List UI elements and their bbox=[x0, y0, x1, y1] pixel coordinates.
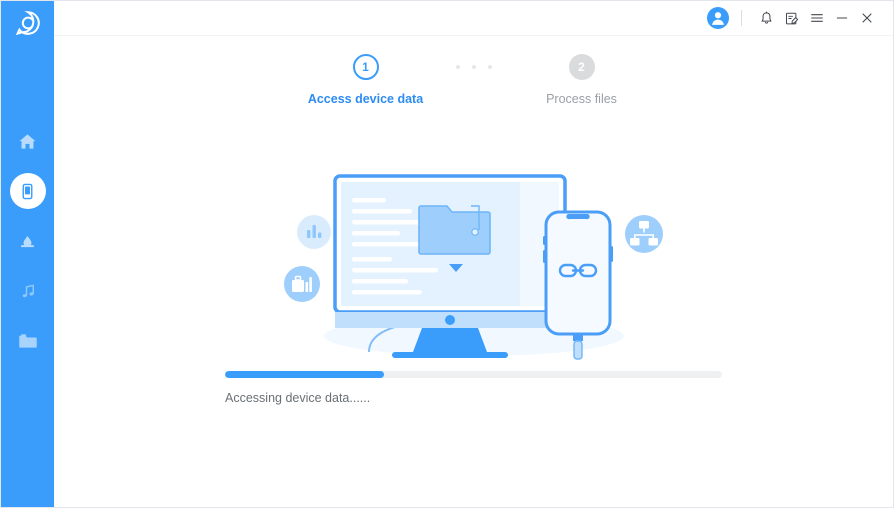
step-2-label: Process files bbox=[546, 92, 617, 106]
connector-dot bbox=[471, 65, 476, 69]
content-area: 1 Access device data 2 Process files Acc… bbox=[54, 36, 893, 507]
feedback-button[interactable] bbox=[779, 6, 804, 30]
sidebar-item-device[interactable] bbox=[9, 173, 46, 209]
hamburger-menu-icon bbox=[810, 14, 823, 22]
briefcase-chart-badge bbox=[283, 266, 320, 302]
titlebar-divider bbox=[741, 10, 742, 26]
main-area: 1 Access device data 2 Process files Acc… bbox=[54, 1, 893, 507]
minimize-icon bbox=[836, 17, 847, 19]
bar-chart-badge bbox=[296, 215, 331, 249]
progress-bar[interactable] bbox=[225, 371, 722, 378]
step-2-circle: 2 bbox=[568, 54, 595, 80]
sidebar-item-home[interactable] bbox=[10, 123, 46, 159]
progress-status-text: Accessing device data...... bbox=[225, 391, 371, 405]
user-avatar[interactable] bbox=[707, 7, 729, 29]
illustration-svg bbox=[283, 174, 663, 360]
minimize-button[interactable] bbox=[829, 6, 854, 30]
progress-bar-fill bbox=[225, 371, 385, 378]
circle-c-logo-icon bbox=[15, 11, 40, 36]
step-connector-dots bbox=[441, 54, 507, 80]
step-access-device-data[interactable]: 1 Access device data bbox=[291, 54, 441, 106]
home-icon bbox=[19, 133, 36, 149]
connector-dot bbox=[487, 65, 492, 69]
application-window: 1 Access device data 2 Process files Acc… bbox=[0, 0, 894, 508]
bell-icon bbox=[761, 11, 772, 24]
connector-dot bbox=[455, 65, 460, 69]
step-2-number: 2 bbox=[578, 60, 585, 74]
step-1-label: Access device data bbox=[307, 92, 424, 106]
close-icon bbox=[861, 13, 872, 23]
step-indicator: 1 Access device data 2 Process files bbox=[54, 54, 893, 106]
folder-icon bbox=[18, 334, 37, 348]
device-connect-illustration bbox=[54, 164, 893, 369]
step-1-number: 1 bbox=[362, 60, 369, 74]
note-edit-icon bbox=[786, 12, 799, 24]
sidebar-item-cloud[interactable] bbox=[10, 223, 46, 259]
step-1-circle: 1 bbox=[352, 54, 379, 80]
phone-device-icon bbox=[22, 183, 33, 199]
titlebar-icons bbox=[707, 6, 879, 30]
sidebar-item-music[interactable] bbox=[10, 273, 46, 309]
sidebar-nav bbox=[1, 123, 54, 373]
network-badge bbox=[624, 215, 663, 253]
close-button[interactable] bbox=[854, 6, 879, 30]
app-logo[interactable] bbox=[10, 8, 46, 38]
titlebar bbox=[54, 1, 893, 36]
sidebar-item-files[interactable] bbox=[10, 323, 46, 359]
progress-section: Accessing device data...... bbox=[225, 371, 722, 405]
music-note-icon bbox=[22, 284, 34, 298]
menu-button[interactable] bbox=[804, 6, 829, 30]
notifications-button[interactable] bbox=[754, 6, 779, 30]
step-process-files[interactable]: 2 Process files bbox=[507, 54, 657, 106]
user-avatar-icon bbox=[712, 12, 724, 25]
cloud-drop-icon bbox=[20, 235, 35, 247]
sidebar bbox=[1, 1, 54, 507]
